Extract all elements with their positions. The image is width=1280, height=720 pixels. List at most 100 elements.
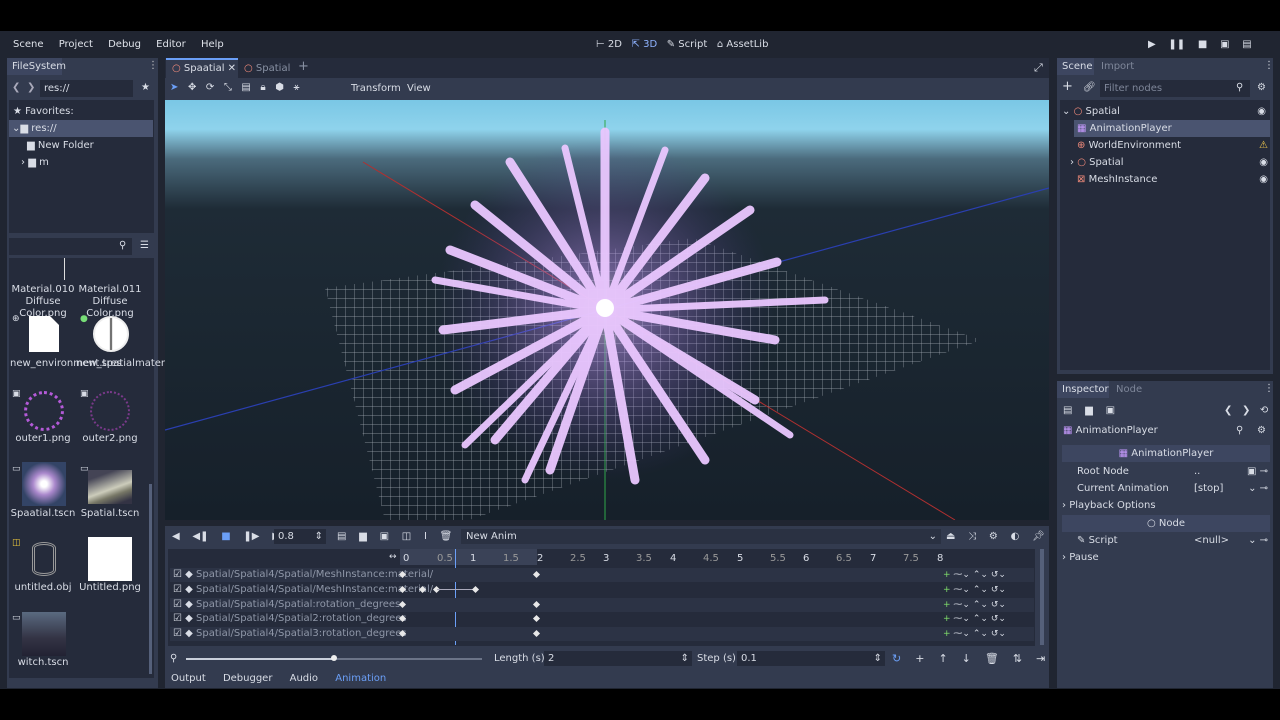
file-item[interactable]: Spatial.tscn bbox=[76, 508, 144, 519]
file-item[interactable]: witch.tscn bbox=[10, 657, 76, 668]
save-animation-icon[interactable]: ▣ bbox=[380, 531, 389, 542]
file-item[interactable]: Material.010 Diffuse Color.png bbox=[10, 284, 76, 320]
loop-wrap-icon[interactable]: ↺⌄ bbox=[991, 600, 1006, 610]
file-search-input[interactable] bbox=[9, 238, 132, 255]
add-key-icon[interactable]: + bbox=[943, 570, 951, 580]
workspace-3d[interactable]: ⇱ 3D bbox=[632, 39, 658, 50]
object-properties-icon[interactable]: ⚙ bbox=[1257, 425, 1266, 436]
add-track-icon[interactable]: + bbox=[915, 652, 924, 665]
track-row[interactable]: ☑ ◆ Spatial/Spatial4/Spatial:rotation_de… bbox=[170, 598, 1034, 612]
tab-audio[interactable]: Audio bbox=[290, 673, 318, 684]
new-animation-icon[interactable]: ▤ bbox=[337, 531, 346, 542]
pause-icon[interactable]: ❚❚ bbox=[1168, 39, 1185, 50]
rename-animation-icon[interactable]: I bbox=[424, 531, 427, 542]
add-key-icon[interactable]: + bbox=[943, 614, 951, 624]
visibility-eye-icon[interactable]: ◉ bbox=[1259, 154, 1268, 171]
path-field[interactable]: res:// bbox=[40, 80, 133, 97]
track-tools-icon[interactable]: ⇅ bbox=[1013, 652, 1022, 665]
load-animation-icon[interactable]: ▆ bbox=[359, 531, 367, 542]
playback-options-section[interactable]: › Playback Options bbox=[1062, 499, 1156, 512]
pause-section[interactable]: › Pause bbox=[1062, 551, 1099, 564]
file-item[interactable]: new_environment.tres bbox=[10, 358, 122, 370]
tab-debugger[interactable]: Debugger bbox=[223, 673, 273, 684]
tools-icon[interactable]: ⚙ bbox=[989, 531, 998, 542]
workspace-assetlib[interactable]: ⌂ AssetLib bbox=[717, 39, 769, 50]
menu-project[interactable]: Project bbox=[59, 39, 93, 50]
stop-icon[interactable]: ■ bbox=[1198, 39, 1207, 50]
move-tool-icon[interactable]: ✥ bbox=[188, 82, 196, 93]
dock-menu-icon[interactable]: ⋮ bbox=[148, 60, 158, 71]
filesystem-tab[interactable]: FileSystem bbox=[7, 58, 66, 75]
interpolation-icon[interactable]: ⌃⌄ bbox=[973, 629, 988, 639]
tree-folder-m[interactable]: › ▆ m bbox=[21, 154, 49, 171]
visibility-eye-icon[interactable]: ◉ bbox=[1259, 171, 1268, 188]
loop-wrap-icon[interactable]: ↺⌄ bbox=[991, 585, 1006, 595]
scene-node-animationplayer[interactable]: ▦ AnimationPlayer bbox=[1074, 120, 1270, 137]
track-checkbox[interactable]: ☑ bbox=[173, 599, 182, 610]
update-mode-icon[interactable]: ⁓⌄ bbox=[953, 570, 970, 580]
blend-icon[interactable]: ⤨ bbox=[968, 531, 976, 542]
animation-select[interactable]: New Anim ⌄ bbox=[461, 529, 941, 544]
scale-tool-icon[interactable]: ⤡ bbox=[224, 82, 232, 93]
file-item[interactable]: new_spatialmaterial.tres bbox=[76, 358, 199, 370]
back-icon[interactable]: ❮ bbox=[12, 82, 20, 93]
history-forward-icon[interactable]: ❯ bbox=[1242, 405, 1250, 416]
visibility-eye-icon[interactable]: ◉ bbox=[1257, 103, 1266, 120]
track-row[interactable]: ☑ ◆ Spatial/Spatial4/Spatial3:rotation_d… bbox=[170, 627, 1034, 641]
history-icon[interactable]: ⟲ bbox=[1260, 405, 1268, 416]
script-filter-icon[interactable]: ⚙ bbox=[1257, 82, 1266, 93]
select-tool-icon[interactable]: ➤ bbox=[170, 82, 178, 93]
tab-output[interactable]: Output bbox=[171, 673, 206, 684]
workspace-2d[interactable]: ⊢ 2D bbox=[596, 39, 622, 50]
optimize-icon[interactable]: ⇥ bbox=[1036, 652, 1045, 665]
root-node-value[interactable]: .. ▣ ⊸ bbox=[1194, 465, 1268, 478]
length-field[interactable]: 2 ⇕ bbox=[544, 651, 692, 666]
local-space-icon[interactable]: ⚹ bbox=[294, 82, 300, 93]
load-resource-icon[interactable]: ▆ bbox=[1085, 405, 1093, 416]
scene-node-meshinstance[interactable]: ⊠ MeshInstance ◉ bbox=[1077, 171, 1270, 188]
menu-help[interactable]: Help bbox=[201, 39, 224, 50]
loop-wrap-icon[interactable]: ↺⌄ bbox=[991, 614, 1006, 624]
pin-icon[interactable]: 📌︎ bbox=[1032, 531, 1045, 542]
view-menu[interactable]: View bbox=[407, 82, 431, 95]
step-field[interactable]: 0.1 ⇕ bbox=[737, 651, 885, 666]
play-backwards-icon[interactable]: ◀❚ bbox=[192, 531, 208, 542]
link-icon[interactable]: 🔗︎ bbox=[1083, 82, 1096, 93]
update-mode-icon[interactable]: ⁓⌄ bbox=[953, 629, 970, 639]
close-tab-icon[interactable]: ✕ bbox=[228, 63, 236, 74]
transform-menu[interactable]: Transform bbox=[351, 82, 401, 95]
move-up-icon[interactable]: ↑ bbox=[938, 652, 947, 665]
file-grid-scrollbar[interactable] bbox=[149, 484, 152, 674]
file-item[interactable]: Untitled.png bbox=[76, 582, 144, 593]
interpolation-icon[interactable]: ⌃⌄ bbox=[973, 570, 988, 580]
add-key-icon[interactable]: + bbox=[943, 600, 951, 610]
distraction-free-icon[interactable]: ⤢ bbox=[1034, 61, 1043, 75]
interpolation-icon[interactable]: ⌃⌄ bbox=[973, 614, 988, 624]
animation-time-field[interactable]: 0.8 ⇕ bbox=[274, 529, 326, 544]
tab-inspector[interactable]: Inspector bbox=[1057, 381, 1109, 398]
tab-spatial[interactable]: ○ Spatial bbox=[244, 60, 290, 77]
file-item[interactable]: untitled.obj bbox=[10, 582, 76, 593]
file-item[interactable]: Spaatial.tscn bbox=[10, 508, 76, 519]
play-backwards-start-icon[interactable]: ◀ bbox=[172, 531, 180, 542]
track-row[interactable]: ☑ ◆ Spatial/Spatial4/Spatial/MeshInstanc… bbox=[170, 583, 1034, 597]
interpolation-icon[interactable]: ⌃⌄ bbox=[973, 600, 988, 610]
file-item[interactable]: outer2.png bbox=[76, 433, 144, 444]
scene-node-root[interactable]: ⌄ ○ Spatial ◉ bbox=[1062, 103, 1268, 120]
tab-spaatial[interactable]: ○ Spaatial ✕ bbox=[166, 58, 238, 78]
tree-root[interactable]: ⌄▆ res:// bbox=[9, 120, 153, 137]
property-search-icon[interactable]: ⚲ bbox=[1236, 425, 1243, 436]
current-animation-value[interactable]: [stop] ⌄ ⊸ bbox=[1194, 482, 1268, 495]
track-row[interactable]: ☑ ◆ Spatial/Spatial4/Spatial2:rotation_d… bbox=[170, 612, 1034, 626]
workspace-script[interactable]: ✎ Script bbox=[667, 39, 708, 50]
save-resource-icon[interactable]: ▣ bbox=[1106, 405, 1115, 416]
tree-folder-new[interactable]: ▆ New Folder bbox=[27, 137, 94, 154]
lock-icon[interactable]: 🔒︎ bbox=[260, 82, 265, 93]
duplicate-animation-icon[interactable]: ◫ bbox=[402, 531, 411, 542]
scene-node-spatial[interactable]: › ○ Spatial ◉ bbox=[1070, 154, 1270, 171]
group-icon[interactable]: ⬢ bbox=[275, 82, 284, 93]
stop-animation-icon[interactable]: ■ bbox=[221, 531, 230, 542]
play-scene-icon[interactable]: ▣ bbox=[1220, 39, 1229, 50]
add-node-icon[interactable]: + bbox=[1062, 80, 1073, 94]
tab-node[interactable]: Node bbox=[1116, 383, 1142, 397]
